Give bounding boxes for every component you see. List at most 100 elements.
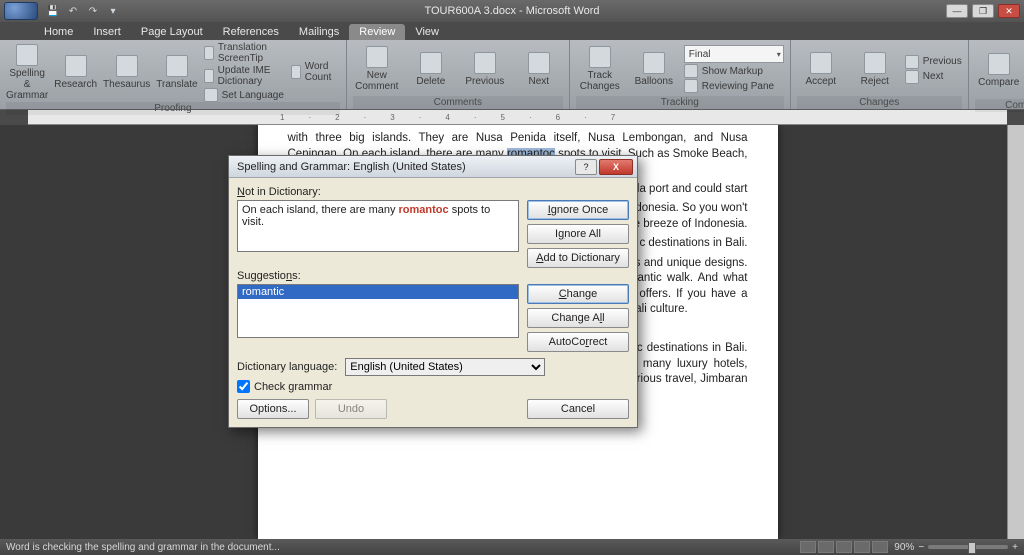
suggestions-listbox[interactable]: romantic bbox=[237, 284, 519, 338]
print-layout-view[interactable] bbox=[800, 541, 816, 553]
translate-button[interactable]: Translate bbox=[156, 42, 197, 102]
dictionary-language-label: Dictionary language: bbox=[237, 361, 337, 373]
save-icon[interactable]: 💾 bbox=[46, 4, 60, 18]
translate-icon bbox=[166, 55, 188, 77]
window-title: TOUR600A 3.docx - Microsoft Word bbox=[424, 5, 599, 17]
tab-review[interactable]: Review bbox=[349, 24, 405, 40]
zoom-control: 90% − + bbox=[894, 542, 1018, 553]
new-comment-button[interactable]: New Comment bbox=[353, 42, 401, 96]
next-comment-button[interactable]: Next bbox=[515, 42, 563, 96]
ime-icon bbox=[204, 69, 214, 83]
view-buttons bbox=[800, 541, 888, 553]
group-tracking: Track Changes Balloons Final Show Markup… bbox=[570, 40, 791, 109]
tab-references[interactable]: References bbox=[213, 24, 289, 40]
prev-icon bbox=[905, 55, 919, 69]
tab-home[interactable]: Home bbox=[34, 24, 83, 40]
spelling-grammar-button[interactable]: Spelling & Grammar bbox=[6, 42, 48, 102]
wordcount-icon bbox=[291, 65, 301, 79]
full-screen-view[interactable] bbox=[818, 541, 834, 553]
ignore-once-button[interactable]: Ignore Once bbox=[527, 200, 629, 220]
change-button[interactable]: Change bbox=[527, 284, 629, 304]
qat-menu-icon[interactable]: ▾ bbox=[106, 4, 120, 18]
ignore-all-button[interactable]: Ignore All bbox=[527, 224, 629, 244]
dialog-help-button[interactable]: ? bbox=[575, 159, 597, 175]
show-markup-button[interactable]: Show Markup bbox=[684, 64, 784, 78]
vertical-scrollbar[interactable] bbox=[1007, 125, 1024, 539]
group-label-tracking: Tracking bbox=[576, 96, 784, 109]
autocorrect-button[interactable]: AutoCorrect bbox=[527, 332, 629, 352]
tab-insert[interactable]: Insert bbox=[83, 24, 131, 40]
previous-comment-button[interactable]: Previous bbox=[461, 42, 509, 96]
spelling-grammar-dialog: Spelling and Grammar: English (United St… bbox=[228, 155, 638, 428]
set-language-button[interactable]: Set Language bbox=[204, 88, 285, 102]
outline-view[interactable] bbox=[854, 541, 870, 553]
change-all-button[interactable]: Change All bbox=[527, 308, 629, 328]
context-textbox[interactable]: On each island, there are many romantoc … bbox=[237, 200, 519, 252]
screentip-icon bbox=[204, 46, 214, 60]
title-bar: 💾 ↶ ↷ ▾ TOUR600A 3.docx - Microsoft Word… bbox=[0, 0, 1024, 22]
balloons-icon bbox=[643, 52, 665, 74]
options-button[interactable]: Options... bbox=[237, 399, 309, 419]
web-layout-view[interactable] bbox=[836, 541, 852, 553]
tab-page-layout[interactable]: Page Layout bbox=[131, 24, 213, 40]
pane-icon bbox=[684, 79, 698, 93]
restore-button[interactable]: ❐ bbox=[972, 4, 994, 18]
zoom-level[interactable]: 90% bbox=[894, 542, 914, 553]
next-chg-icon bbox=[905, 70, 919, 84]
dictionary-language-select[interactable]: English (United States) bbox=[345, 358, 545, 376]
balloons-button[interactable]: Balloons bbox=[630, 42, 678, 96]
reject-button[interactable]: Reject bbox=[851, 42, 899, 96]
next-icon bbox=[528, 52, 550, 74]
compare-icon bbox=[988, 53, 1010, 75]
group-changes: Accept Reject Previous Next Changes bbox=[791, 40, 969, 109]
vertical-ruler[interactable] bbox=[0, 125, 28, 539]
undo-icon[interactable]: ↶ bbox=[66, 4, 80, 18]
thesaurus-button[interactable]: Thesaurus bbox=[103, 42, 150, 102]
undo-button: Undo bbox=[315, 399, 387, 419]
word-count-button[interactable]: Word Count bbox=[291, 61, 340, 83]
zoom-in-button[interactable]: + bbox=[1012, 542, 1018, 553]
dialog-close-button[interactable]: X bbox=[599, 159, 633, 175]
track-changes-icon bbox=[589, 46, 611, 68]
error-word: romantoc bbox=[399, 204, 449, 216]
suggestion-item[interactable]: romantic bbox=[238, 285, 518, 299]
group-label-comments: Comments bbox=[353, 96, 563, 109]
not-in-dictionary-label: Not in Dictionary: bbox=[237, 186, 629, 198]
redo-icon[interactable]: ↷ bbox=[86, 4, 100, 18]
markup-icon bbox=[684, 64, 698, 78]
office-button[interactable] bbox=[4, 2, 38, 20]
update-ime-button[interactable]: Update IME Dictionary bbox=[204, 65, 285, 87]
minimize-button[interactable]: — bbox=[946, 4, 968, 18]
previous-change-button[interactable]: Previous bbox=[905, 55, 962, 69]
translation-screentip-button[interactable]: Translation ScreenTip bbox=[204, 42, 285, 64]
group-label-changes: Changes bbox=[797, 96, 962, 109]
group-label-compare: Compare bbox=[975, 99, 1024, 112]
draft-view[interactable] bbox=[872, 541, 888, 553]
accept-icon bbox=[810, 52, 832, 74]
status-bar: Word is checking the spelling and gramma… bbox=[0, 539, 1024, 555]
status-message: Word is checking the spelling and gramma… bbox=[6, 542, 280, 553]
ribbon: Spelling & Grammar Research Thesaurus Tr… bbox=[0, 40, 1024, 110]
close-button[interactable]: ✕ bbox=[998, 4, 1020, 18]
suggestions-label: Suggestions: bbox=[237, 270, 629, 282]
zoom-slider[interactable] bbox=[928, 545, 1008, 549]
quick-access-toolbar: 💾 ↶ ↷ ▾ bbox=[46, 4, 120, 18]
add-to-dictionary-button[interactable]: Add to Dictionary bbox=[527, 248, 629, 268]
display-for-review-dropdown[interactable]: Final bbox=[684, 45, 784, 63]
check-grammar-checkbox[interactable]: Check grammar bbox=[237, 380, 629, 393]
accept-button[interactable]: Accept bbox=[797, 42, 845, 96]
dialog-titlebar[interactable]: Spelling and Grammar: English (United St… bbox=[229, 156, 637, 178]
previous-icon bbox=[474, 52, 496, 74]
reviewing-pane-button[interactable]: Reviewing Pane bbox=[684, 79, 784, 93]
tab-view[interactable]: View bbox=[405, 24, 449, 40]
next-change-button[interactable]: Next bbox=[905, 70, 962, 84]
new-comment-icon bbox=[366, 46, 388, 68]
research-button[interactable]: Research bbox=[54, 42, 97, 102]
dialog-title: Spelling and Grammar: English (United St… bbox=[237, 161, 466, 173]
delete-comment-button[interactable]: Delete bbox=[407, 42, 455, 96]
cancel-button[interactable]: Cancel bbox=[527, 399, 629, 419]
tab-mailings[interactable]: Mailings bbox=[289, 24, 349, 40]
zoom-out-button[interactable]: − bbox=[918, 542, 924, 553]
track-changes-button[interactable]: Track Changes bbox=[576, 42, 624, 96]
compare-button[interactable]: Compare bbox=[975, 42, 1023, 99]
